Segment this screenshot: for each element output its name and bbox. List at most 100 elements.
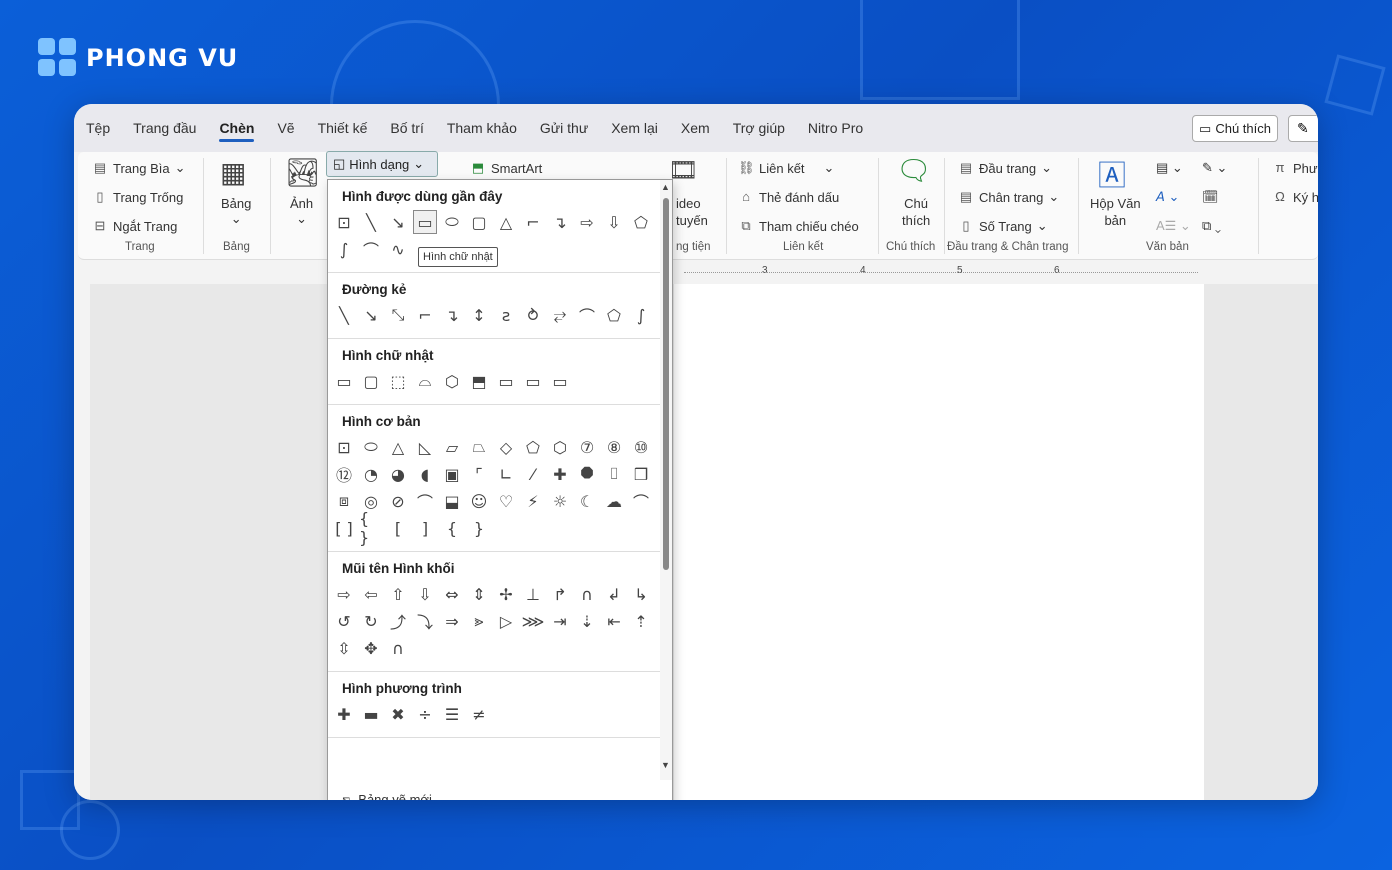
shape-option-icon[interactable]: ⪢ <box>467 609 491 633</box>
shape-option-icon[interactable]: ◕ <box>386 462 410 486</box>
shape-option-icon[interactable]: ▭ <box>548 369 572 393</box>
shape-option-icon[interactable]: ↱ <box>548 582 572 606</box>
shape-option-icon[interactable]: △ <box>494 210 518 234</box>
equation-button[interactable]: π Phư <box>1272 160 1318 176</box>
shape-option-icon[interactable]: ⬒ <box>467 369 491 393</box>
shape-option-icon[interactable]: ⥂ <box>548 303 572 327</box>
shape-option-icon[interactable]: ] <box>413 516 437 540</box>
shape-option-icon[interactable]: ▣ <box>440 462 464 486</box>
shape-option-icon[interactable]: ⋙ <box>521 609 545 633</box>
shape-option-icon[interactable]: ∩ <box>575 582 599 606</box>
shape-option-icon[interactable]: [ ] <box>332 516 356 540</box>
tab-layout[interactable]: Bố trí <box>390 120 423 136</box>
shape-option-icon[interactable]: ⇩ <box>602 210 626 234</box>
tab-references[interactable]: Tham khảo <box>447 120 517 136</box>
scroll-down-icon[interactable]: ▼ <box>661 760 670 770</box>
shape-option-icon[interactable]: ∫ <box>332 237 356 261</box>
shape-option-icon[interactable]: ⇨ <box>575 210 599 234</box>
shape-option-icon[interactable]: ⬭ <box>359 435 383 459</box>
shape-option-icon[interactable]: ƨ <box>494 303 518 327</box>
shape-option-icon[interactable]: ⬠ <box>521 435 545 459</box>
shape-option-icon[interactable]: ◖ <box>413 462 437 486</box>
shape-option-icon[interactable]: ◔ <box>359 462 383 486</box>
shape-option-icon[interactable]: ⬠ <box>602 303 626 327</box>
shape-option-icon[interactable]: ⬭ <box>440 210 464 234</box>
shape-option-icon[interactable]: ⑦ <box>575 435 599 459</box>
shape-option-icon[interactable]: ⌒ <box>575 303 599 327</box>
shape-option-icon[interactable]: ⬓ <box>440 489 464 513</box>
shape-option-icon[interactable]: ☾ <box>575 489 599 513</box>
shape-option-icon[interactable]: ∫ <box>629 303 653 327</box>
shape-option-icon[interactable]: ⤴ <box>386 609 410 633</box>
shape-option-icon[interactable]: } <box>467 516 491 540</box>
tab-file[interactable]: Tệp <box>86 120 110 136</box>
drop-cap-icon[interactable]: A☰ ⌄ <box>1156 218 1191 234</box>
comments-button[interactable]: ▭ Chú thích <box>1192 115 1278 142</box>
shape-option-icon[interactable]: ☼ <box>548 489 572 513</box>
shape-option-icon[interactable]: ↕ <box>467 303 491 327</box>
shape-option-icon[interactable]: ⚡ <box>521 489 545 513</box>
shape-option-icon[interactable]: ✖ <box>386 702 410 726</box>
smartart-button[interactable]: ⬒ SmartArt <box>470 160 542 176</box>
document-page[interactable] <box>674 284 1204 800</box>
tab-view[interactable]: Xem <box>681 120 710 136</box>
shape-option-icon[interactable]: [ <box>386 516 410 540</box>
shape-option-icon[interactable]: ⬚ <box>386 369 410 393</box>
shape-option-icon[interactable]: ⤵ <box>413 609 437 633</box>
shape-option-icon[interactable]: ▷ <box>494 609 518 633</box>
tab-help[interactable]: Trợ giúp <box>733 120 785 136</box>
shape-option-icon[interactable]: ▭ <box>521 369 545 393</box>
shape-option-icon[interactable]: ♡ <box>494 489 518 513</box>
cross-reference-button[interactable]: ⧉ Tham chiếu chéo <box>738 218 858 234</box>
shape-option-icon[interactable]: { } <box>359 509 383 547</box>
tab-nitro[interactable]: Nitro Pro <box>808 120 863 136</box>
shape-option-icon[interactable]: ⇤ <box>602 609 626 633</box>
tab-home[interactable]: Trang đầu <box>133 120 196 136</box>
shape-option-icon[interactable]: ⊘ <box>386 489 410 513</box>
shape-option-icon[interactable]: ↲ <box>602 582 626 606</box>
shape-option-icon[interactable]: ⊥ <box>521 582 545 606</box>
shape-option-icon[interactable]: ⬡ <box>548 435 572 459</box>
menu-scrollbar[interactable]: ▲ ▼ <box>660 180 672 780</box>
shape-option-icon[interactable]: ✥ <box>359 636 383 660</box>
tab-mailings[interactable]: Gửi thư <box>540 120 588 136</box>
shape-option-icon[interactable]: ⧈ <box>332 489 356 513</box>
shape-option-icon[interactable]: ◇ <box>494 435 518 459</box>
shape-option-icon[interactable]: ⇳ <box>332 636 356 660</box>
shape-option-icon[interactable]: ⇒ <box>440 609 464 633</box>
shape-option-icon[interactable]: ⊡ <box>332 210 356 234</box>
tab-insert[interactable]: Chèn <box>219 120 255 142</box>
shape-option-icon[interactable]: ⇣ <box>575 609 599 633</box>
shape-option-icon[interactable]: ⇡ <box>629 609 653 633</box>
tab-review[interactable]: Xem lại <box>611 120 658 136</box>
shape-option-icon[interactable]: ⁄ <box>521 462 545 486</box>
signature-line-icon[interactable]: ✎ ⌄ <box>1202 160 1227 176</box>
shape-option-icon[interactable]: ∩ <box>386 636 410 660</box>
shape-option-icon[interactable]: ↺ <box>332 609 356 633</box>
online-video-button[interactable]: ideo tuyến <box>676 196 708 228</box>
link-button[interactable]: ⛓ Liên kết ⌄ <box>738 160 834 176</box>
shape-option-icon[interactable]: ⌐ <box>521 210 545 234</box>
footer-button[interactable]: ▤ Chân trang ⌄ <box>958 189 1059 205</box>
shape-option-icon[interactable]: ◺ <box>413 435 437 459</box>
wordart-icon[interactable]: 𝘈 ⌄ <box>1156 189 1179 205</box>
shape-option-icon[interactable]: ▢ <box>467 210 491 234</box>
shape-option-icon[interactable]: ⌒ <box>413 489 437 513</box>
bookmark-button[interactable]: ⌂ Thẻ đánh dấu <box>738 189 839 205</box>
shape-option-icon[interactable]: ⌒ <box>629 489 653 513</box>
shape-option-icon[interactable]: △ <box>386 435 410 459</box>
shape-option-icon[interactable]: ↻ <box>359 609 383 633</box>
shape-option-icon[interactable]: ∟ <box>494 462 518 486</box>
page-break-button[interactable]: ⊟ Ngắt Trang <box>92 218 178 234</box>
table-button[interactable]: Bảng ⌄ <box>221 196 251 227</box>
shape-option-icon[interactable]: ▭ <box>332 369 356 393</box>
shape-option-icon[interactable]: ≠ <box>467 702 491 726</box>
shape-option-icon[interactable]: ⇕ <box>467 582 491 606</box>
shape-option-icon[interactable]: ╲ <box>332 303 356 327</box>
shape-option-icon[interactable]: ╲ <box>359 210 383 234</box>
shape-option-icon[interactable]: ⌒ <box>359 237 383 261</box>
shape-option-icon[interactable]: ✚ <box>548 462 572 486</box>
page-number-button[interactable]: ▯ Số Trang ⌄ <box>958 218 1047 234</box>
shape-option-icon[interactable]: ▭ <box>413 210 437 234</box>
cover-page-button[interactable]: ▤ Trang Bìa ⌄ <box>92 160 186 176</box>
